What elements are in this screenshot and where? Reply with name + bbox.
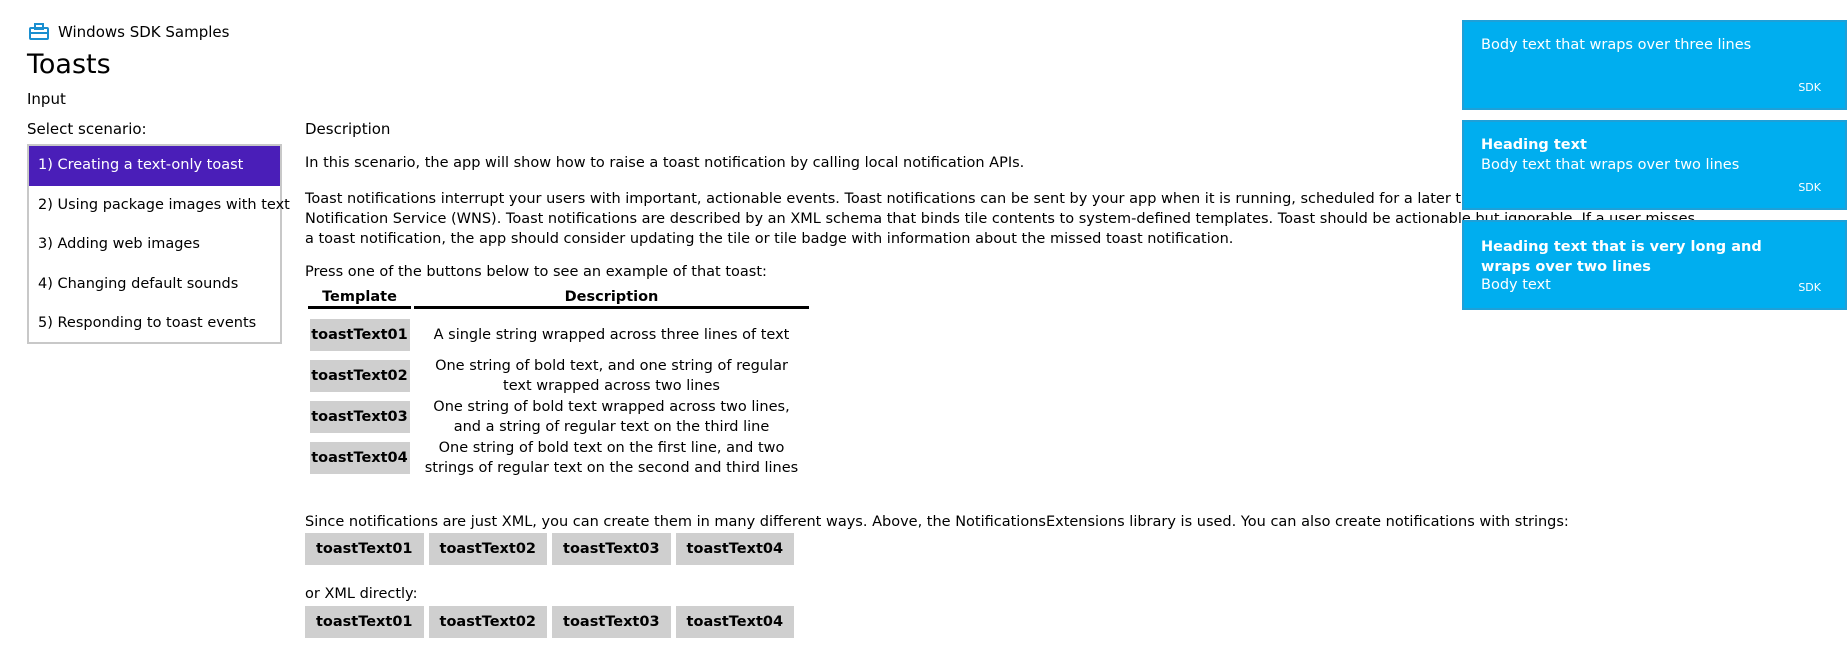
select-scenario-label: Select scenario: xyxy=(27,120,147,138)
page-title: Toasts xyxy=(27,49,111,80)
toast-source: SDK xyxy=(1798,81,1821,94)
toast-source: SDK xyxy=(1798,281,1821,294)
table-cell-description: One string of bold text, and one string … xyxy=(435,357,788,394)
scenario-item-4[interactable]: 4) Changing default sounds xyxy=(29,265,280,305)
toolbox-icon xyxy=(28,23,50,41)
xml-toast-text-02-button[interactable]: toastText02 xyxy=(428,606,548,638)
template-table: Template Description toastText01 A singl… xyxy=(305,287,812,478)
toast-body: Body text that wraps over three lines xyxy=(1481,37,1752,53)
table-cell-description: One string of bold text wrapped across t… xyxy=(433,398,790,435)
toast-body: Body text that wraps over two lines xyxy=(1481,157,1740,173)
toast-notification[interactable]: Heading text Body text that wraps over t… xyxy=(1462,120,1847,210)
xml-toast-text-03-button[interactable]: toastText03 xyxy=(552,606,671,638)
toast-heading: Heading text xyxy=(1481,137,1587,153)
table-row: toastText03 One string of bold text wrap… xyxy=(308,396,809,437)
scenario-list[interactable]: 1) Creating a text-only toast 2) Using p… xyxy=(27,144,290,344)
description-heading: Description xyxy=(305,120,391,138)
table-header-row: Template Description xyxy=(308,287,809,309)
toast-text-01-button[interactable]: toastText01 xyxy=(309,318,410,351)
scenario-item-3[interactable]: 3) Adding web images xyxy=(29,225,280,265)
toast-notification[interactable]: Body text that wraps over three lines SD… xyxy=(1462,20,1847,110)
table-cell-description: A single string wrapped across three lin… xyxy=(433,326,790,343)
toast-text-02-button[interactable]: toastText02 xyxy=(309,359,410,392)
strings-button-row: toastText01 toastText02 toastText03 toas… xyxy=(305,533,795,565)
press-instruction: Press one of the buttons below to see an… xyxy=(305,264,767,280)
string-toast-text-01-button[interactable]: toastText01 xyxy=(305,533,424,565)
toast-source: SDK xyxy=(1798,181,1821,194)
template-column-header: Template xyxy=(308,287,411,309)
app-name: Windows SDK Samples xyxy=(58,23,230,41)
xml-section-text: or XML directly: xyxy=(305,586,418,602)
xml-toast-text-04-button[interactable]: toastText04 xyxy=(675,606,795,638)
strings-section-text: Since notifications are just XML, you ca… xyxy=(305,514,1569,530)
table-cell-description: One string of bold text on the first lin… xyxy=(424,439,799,476)
scenario-item-1[interactable]: 1) Creating a text-only toast xyxy=(29,146,280,186)
description-column-header: Description xyxy=(414,287,809,309)
xml-button-row: toastText01 toastText02 toastText03 toas… xyxy=(305,606,795,638)
scenario-item-2[interactable]: 2) Using package images with text xyxy=(29,186,290,226)
string-toast-text-03-button[interactable]: toastText03 xyxy=(552,533,671,565)
input-label: Input xyxy=(27,90,66,108)
string-toast-text-02-button[interactable]: toastText02 xyxy=(428,533,548,565)
toast-text-03-button[interactable]: toastText03 xyxy=(309,400,410,433)
toast-heading: Heading text that is very long and wraps… xyxy=(1481,239,1762,275)
toast-notification[interactable]: Heading text that is very long and wraps… xyxy=(1462,220,1847,310)
table-row: toastText01 A single string wrapped acro… xyxy=(308,309,809,355)
scenario-item-5[interactable]: 5) Responding to toast events xyxy=(29,304,280,344)
toast-text-04-button[interactable]: toastText04 xyxy=(309,441,410,474)
string-toast-text-04-button[interactable]: toastText04 xyxy=(675,533,795,565)
table-row: toastText02 One string of bold text, and… xyxy=(308,355,809,396)
xml-toast-text-01-button[interactable]: toastText01 xyxy=(305,606,424,638)
toast-body: Body text xyxy=(1481,277,1551,293)
app-header: Windows SDK Samples xyxy=(28,20,229,44)
table-row: toastText04 One string of bold text on t… xyxy=(308,437,809,478)
